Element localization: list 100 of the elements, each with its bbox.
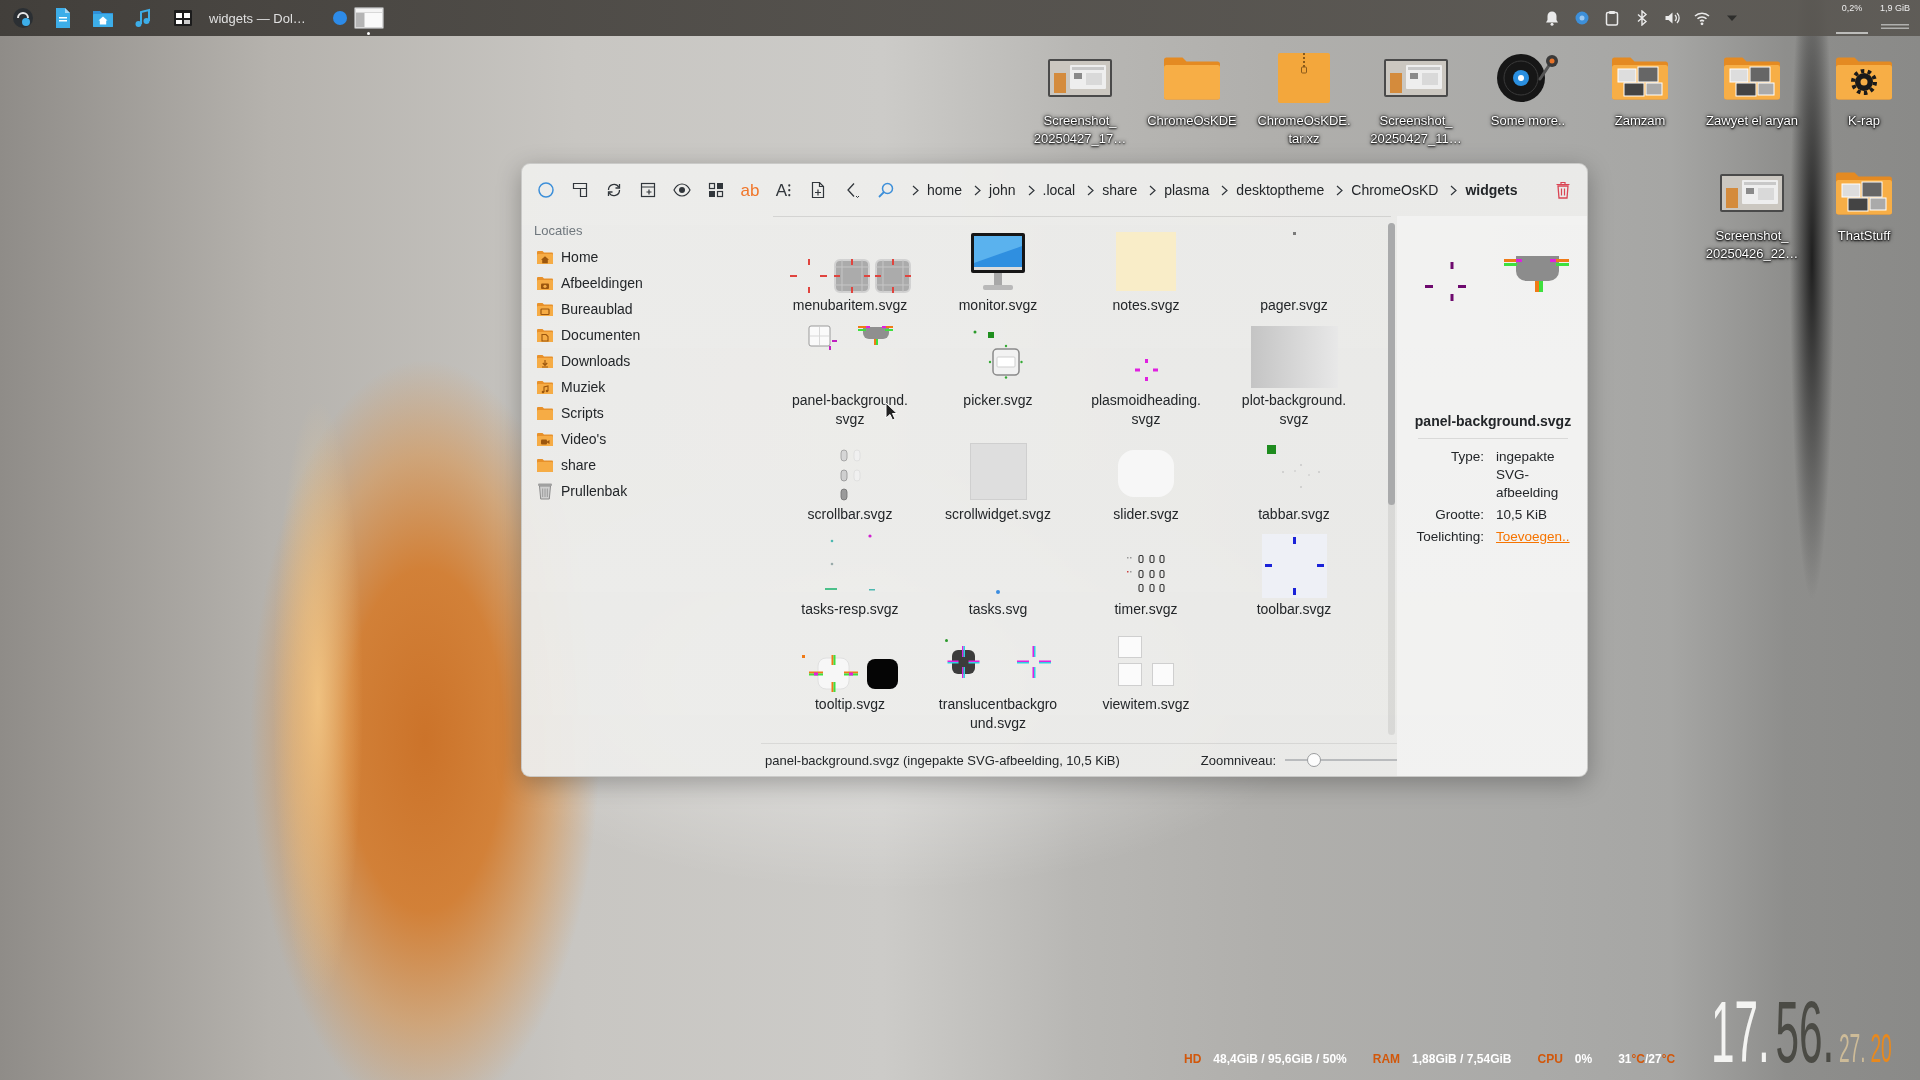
volume-icon[interactable]	[1664, 10, 1680, 26]
sidebar-item[interactable]: Home	[534, 244, 736, 270]
file-item[interactable]: menubaritem.svgz	[776, 229, 924, 315]
file-item[interactable]: scrollwidget.svgz	[924, 438, 1072, 524]
stat-label: CPU	[1537, 1051, 1563, 1068]
memory-text: 1,9 GiB	[1880, 2, 1910, 14]
chevron-right-icon	[1149, 184, 1157, 196]
file-item[interactable]: toolbar.svgz	[1220, 533, 1368, 619]
window-grid-icon[interactable]	[173, 9, 193, 27]
music-note-icon[interactable]	[133, 8, 153, 28]
bell-icon[interactable]	[1544, 10, 1560, 26]
home-folder-icon[interactable]	[92, 8, 114, 28]
breadcrumb[interactable]: widgets	[1465, 182, 1518, 198]
file-item[interactable]: tabbar.svgz	[1220, 438, 1368, 524]
detail-label: Type:	[1449, 448, 1484, 466]
task-title[interactable]: widgets — Dol…	[209, 10, 306, 26]
photo-folder-icon[interactable]	[1834, 171, 1894, 215]
file-item[interactable]: tasks.svg	[924, 533, 1072, 619]
breadcrumb[interactable]: john	[989, 182, 1016, 198]
indicator-dot-icon	[367, 32, 371, 35]
file-item[interactable]: plot-background.svgz	[1220, 324, 1368, 429]
file-item[interactable]: plasmoidheading.svgz	[1072, 324, 1220, 429]
sidebar-item[interactable]: Scripts	[534, 400, 736, 426]
chevron-right-icon	[912, 184, 919, 196]
sidebar-item[interactable]: Bureaublad	[534, 296, 736, 322]
breadcrumb[interactable]: desktoptheme	[1236, 182, 1325, 198]
screenshot-thumbnail[interactable]	[1048, 59, 1112, 97]
file-item[interactable]: monitor.svgz	[924, 229, 1072, 315]
breadcrumb[interactable]: .local	[1042, 182, 1076, 198]
circle-app-icon[interactable]	[332, 11, 347, 25]
percentage-text: 0,2%	[1841, 2, 1863, 14]
clipboard-icon[interactable]	[1604, 10, 1620, 26]
camera-folder-icon	[536, 275, 554, 291]
chevron-right-icon	[1450, 184, 1458, 196]
folder-icon	[536, 457, 554, 473]
digit-grid-thumbnail	[1125, 555, 1167, 593]
slider-thumb[interactable]	[1307, 753, 1322, 767]
detail-value: 10,5 KiB	[1496, 506, 1549, 524]
dot-thumbnail	[996, 590, 1000, 594]
music-folder-icon	[536, 379, 554, 395]
file-item[interactable]: pager.svgz	[1220, 229, 1368, 315]
home-folder-icon	[536, 249, 554, 265]
detail-value: ingepakte SVG-afbeelding	[1496, 448, 1560, 502]
breadcrumb[interactable]: share	[1102, 182, 1138, 198]
gear-folder-icon[interactable]	[1834, 56, 1894, 100]
record-player-icon[interactable]	[1496, 53, 1560, 103]
download-folder-icon	[536, 353, 554, 369]
scrollbar-thumb[interactable]	[1388, 223, 1395, 505]
sidebar-item[interactable]: Muziek	[534, 374, 736, 400]
status-circle-icon[interactable]	[1574, 10, 1590, 26]
file-item[interactable]: picker.svgz	[924, 324, 1072, 429]
breadcrumb[interactable]: ChromeOsKD	[1351, 182, 1439, 198]
tiles-thumbnail	[1118, 636, 1174, 686]
file-item[interactable]: slider.svgz	[1072, 438, 1220, 524]
file-title: panel-background.svgz	[1414, 412, 1572, 431]
file-item[interactable]: viewitem.svgz	[1072, 628, 1220, 733]
toolbar-button[interactable]: A⁝	[768, 174, 800, 206]
sidebar-item[interactable]: Downloads	[534, 348, 736, 374]
file-item[interactable]: tooltip.svgz	[776, 628, 924, 733]
file-item[interactable]: notes.svgz	[1072, 229, 1220, 315]
stat-label: RAM	[1372, 1051, 1401, 1068]
breadcrumb[interactable]: home	[927, 182, 963, 198]
clock-digits: 20	[1870, 1028, 1892, 1068]
sidebar-item[interactable]: Documenten	[534, 322, 736, 348]
file-item[interactable]: scrollbar.svgz	[776, 438, 924, 524]
breadcrumb[interactable]: plasma	[1164, 182, 1210, 198]
document-icon[interactable]	[53, 7, 73, 29]
video-folder-icon	[536, 431, 554, 447]
file-item[interactable]: tasks-resp.svgz	[776, 533, 924, 619]
eye-icon	[673, 181, 691, 199]
wifi-icon[interactable]	[1694, 10, 1710, 26]
trash-icon[interactable]	[1555, 181, 1571, 199]
sidebar-item[interactable]: Afbeeldingen	[534, 270, 736, 296]
temperature-reading: 31°C/27°C	[1618, 1051, 1676, 1068]
sidebar-item[interactable]: share	[534, 452, 736, 478]
launcher-icon[interactable]	[12, 7, 34, 29]
screenshot-thumbnail[interactable]	[1384, 59, 1448, 97]
capsules-thumbnail	[839, 449, 861, 501]
sidebar-item[interactable]: Video's	[534, 426, 736, 452]
screenshot-thumbnail[interactable]	[1720, 174, 1784, 212]
window-thumbnail[interactable]	[353, 7, 384, 29]
clock-digits: 56.	[1775, 988, 1835, 1076]
square-thumbnail	[969, 443, 1027, 500]
photo-folder-icon[interactable]	[1722, 56, 1782, 100]
file-item[interactable]: translucentbackground.svgz	[924, 628, 1072, 733]
file-item[interactable]: panel-background.svgz	[776, 324, 924, 429]
reload-icon	[605, 181, 623, 199]
split-panel-icon	[571, 181, 589, 199]
clock-digits: 17.	[1711, 988, 1770, 1076]
dot-thumbnail	[1292, 232, 1296, 235]
clock-digits: 27.	[1839, 1028, 1866, 1068]
window-plus-icon	[639, 181, 657, 199]
chevron-right-icon	[1221, 184, 1229, 196]
stat-value: 48,4GiB / 95,6GiB / 50%	[1213, 1051, 1347, 1068]
file-item[interactable]: timer.svgz	[1072, 533, 1220, 619]
photo-folder-icon[interactable]	[1610, 56, 1670, 100]
scatter-thumbnail	[825, 534, 875, 591]
document-plus-icon	[809, 181, 827, 199]
note-thumbnail	[1116, 232, 1176, 291]
sidebar-item[interactable]: Prullenbak	[534, 478, 736, 504]
